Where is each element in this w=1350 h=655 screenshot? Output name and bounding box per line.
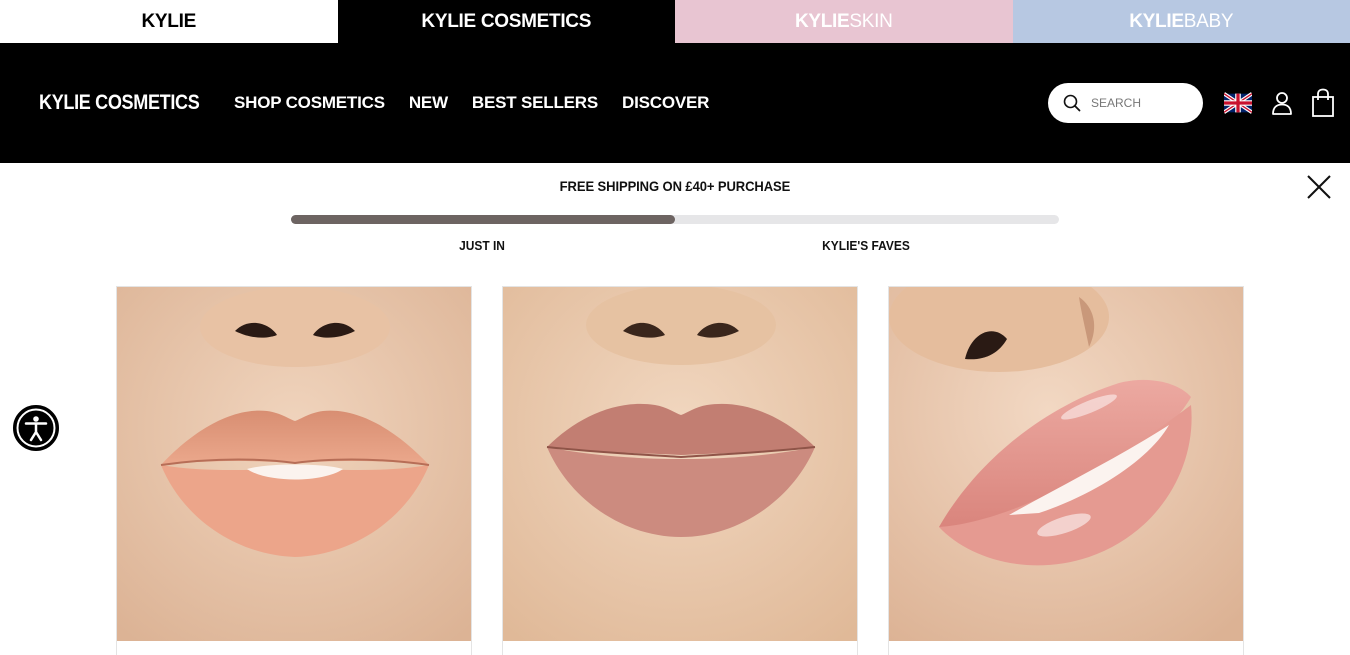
- brand-tab-sub: SKIN: [849, 10, 893, 32]
- brand-tab-sub: BABY: [1183, 10, 1234, 32]
- product-image[interactable]: [117, 287, 471, 641]
- brand-tab-main: KYLIE COSMETICS: [421, 10, 592, 32]
- product-image[interactable]: [889, 287, 1243, 641]
- brand-tab-main: KYLIE: [141, 10, 197, 32]
- main-nav: SHOP COSMETICS NEW BEST SELLERS DISCOVER: [234, 93, 709, 113]
- close-icon[interactable]: [1306, 174, 1332, 200]
- nav-best-sellers[interactable]: BEST SELLERS: [472, 93, 598, 113]
- promo-text: FREE SHIPPING ON £40+ PURCHASE: [559, 178, 791, 194]
- nav-shop-cosmetics[interactable]: SHOP COSMETICS: [234, 93, 385, 113]
- main-header: KYLIE COSMETICS SHOP COSMETICS NEW BEST …: [0, 43, 1350, 163]
- search-bar: [1048, 83, 1203, 123]
- search-icon[interactable]: [1063, 94, 1081, 112]
- brand-tab-kylie-baby[interactable]: KYLIE BABY: [1012, 0, 1350, 43]
- brand-tab-kylie-cosmetics[interactable]: KYLIE COSMETICS: [337, 0, 675, 43]
- tab-progress-fill: [291, 215, 675, 224]
- site-logo[interactable]: KYLIE COSMETICS: [39, 91, 200, 115]
- search-input[interactable]: [1091, 96, 1191, 110]
- product-card[interactable]: [116, 286, 472, 655]
- tab-kylies-faves[interactable]: KYLIE'S FAVES: [822, 238, 910, 253]
- brand-tab-kylie-skin[interactable]: KYLIE SKIN: [675, 0, 1013, 43]
- brand-tab-main: KYLIE: [1129, 10, 1184, 32]
- uk-flag-icon[interactable]: [1224, 92, 1252, 114]
- account-icon[interactable]: [1271, 91, 1293, 115]
- accessibility-icon: [16, 408, 56, 448]
- nav-new[interactable]: NEW: [409, 93, 448, 113]
- brand-strip: KYLIE KYLIE COSMETICS KYLIE SKIN KYLIE BAB…: [0, 0, 1350, 43]
- product-card[interactable]: [502, 286, 858, 655]
- nav-discover[interactable]: DISCOVER: [622, 93, 709, 113]
- brand-tab-kylie[interactable]: KYLIE: [0, 0, 338, 43]
- tab-progress-track: [291, 215, 1059, 224]
- product-card[interactable]: [888, 286, 1244, 655]
- product-image[interactable]: [503, 287, 857, 641]
- accessibility-button[interactable]: [13, 405, 59, 451]
- tab-just-in[interactable]: JUST IN: [459, 238, 505, 253]
- promo-banner: FREE SHIPPING ON £40+ PURCHASE: [0, 178, 1350, 194]
- shopping-bag-icon[interactable]: [1311, 88, 1335, 118]
- brand-tab-main: KYLIE: [794, 10, 850, 32]
